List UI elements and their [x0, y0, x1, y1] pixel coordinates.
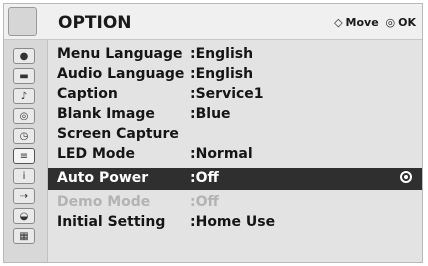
sidebar: ● ▬ ♪ ◎ ◷ ≡ i ⇢ ◒ ▦ — [4, 40, 48, 262]
menu-row-screen-capture[interactable]: Screen Capture — [48, 124, 422, 144]
sidebar-info-icon[interactable]: i — [13, 168, 35, 184]
menu-row-label: Initial Setting — [57, 214, 166, 230]
option-menu-panel: OPTION ◇ Move ◎ OK ● ▬ ♪ ◎ ◷ ≡ i ⇢ ◒ ▦ Men… — [3, 3, 423, 263]
menu-row-label: Menu Language — [57, 46, 183, 62]
menu-row-value: :Normal — [190, 146, 253, 162]
sidebar-picture-icon[interactable]: ● — [13, 48, 35, 64]
page-title: OPTION — [58, 13, 132, 33]
menu-row-label: Screen Capture — [57, 126, 179, 142]
move-hint: Move — [345, 16, 379, 29]
menu-row-label: Auto Power — [57, 170, 149, 186]
option-menu-icon — [8, 7, 37, 36]
sidebar-input-icon[interactable]: ⇢ — [13, 188, 35, 204]
menu-row-label: Caption — [57, 86, 118, 102]
ok-hint: OK — [398, 16, 416, 29]
sidebar-clock-icon[interactable]: ◷ — [13, 128, 35, 144]
menu-row-label: LED Mode — [57, 146, 136, 162]
sidebar-option-icon[interactable]: ≡ — [13, 148, 35, 164]
sidebar-usb-icon[interactable]: ◒ — [13, 208, 35, 224]
menu-row-demo-mode: Demo Mode :Off — [48, 192, 422, 212]
sidebar-monitor-icon[interactable]: ▬ — [13, 68, 35, 84]
menu-row-value: :English — [190, 46, 254, 62]
menu-row-blank-image[interactable]: Blank Image :Blue — [48, 104, 422, 124]
menu-row-value: :Blue — [190, 106, 231, 122]
menu-row-value: :English — [190, 66, 254, 82]
menu-row-label: Audio Language — [57, 66, 185, 82]
help-hints: ◇ Move ◎ OK — [331, 16, 416, 29]
menu-row-label: Blank Image — [57, 106, 155, 122]
sidebar-audio-icon[interactable]: ♪ — [13, 88, 35, 104]
ok-icon: ◎ — [385, 16, 396, 29]
menu-header: OPTION ◇ Move ◎ OK — [4, 4, 422, 40]
selected-radio-icon — [400, 171, 412, 183]
menu-row-value: :Service1 — [190, 86, 264, 102]
sidebar-movie-icon[interactable]: ▦ — [13, 228, 35, 244]
menu-row-caption[interactable]: Caption :Service1 — [48, 84, 422, 104]
menu-row-label: Demo Mode — [57, 194, 151, 210]
sidebar-disc-icon[interactable]: ◎ — [13, 108, 35, 124]
menu-row-menu-language[interactable]: Menu Language :English — [48, 44, 422, 64]
menu-row-initial-setting[interactable]: Initial Setting :Home Use — [48, 212, 422, 232]
move-icon: ◇ — [334, 16, 343, 29]
menu-row-led-mode[interactable]: LED Mode :Normal — [48, 144, 422, 164]
menu-row-auto-power[interactable]: Auto Power :Off — [48, 168, 422, 190]
menu-row-audio-language[interactable]: Audio Language :English — [48, 64, 422, 84]
menu-row-value: :Home Use — [190, 214, 276, 230]
menu-row-value: :Off — [190, 194, 219, 210]
menu-row-value: :Off — [190, 170, 219, 186]
